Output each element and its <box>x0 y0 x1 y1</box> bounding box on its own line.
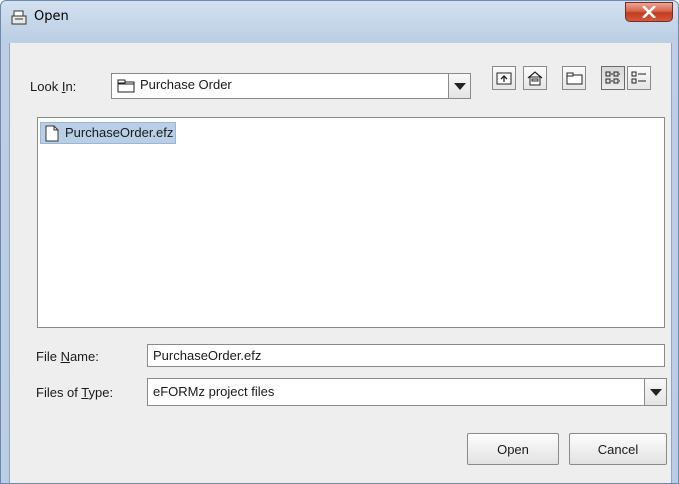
open-dialog: Open Look In: Purchase Order PurchaseOrd… <box>0 0 679 484</box>
file-name-input[interactable] <box>147 344 665 367</box>
list-item-file[interactable]: PurchaseOrder.efz <box>40 122 177 144</box>
look-in-value: Purchase Order <box>140 77 232 92</box>
chevron-down-icon <box>649 388 662 396</box>
file-type-dropdown-arrow[interactable] <box>644 379 666 405</box>
file-type-value: eFORMz project files <box>153 384 275 399</box>
file-icon <box>45 125 59 142</box>
open-dialog-icon <box>11 10 27 25</box>
new-folder-icon <box>566 72 582 84</box>
open-button[interactable]: Open <box>467 433 559 465</box>
cancel-button[interactable]: Cancel <box>569 433 667 465</box>
file-list[interactable]: PurchaseOrder.efz <box>37 117 665 328</box>
folder-icon <box>117 79 135 93</box>
file-type-combobox[interactable]: eFORMz project files <box>147 378 667 406</box>
file-name-label: PurchaseOrder.efz <box>65 125 174 140</box>
up-one-level-button[interactable] <box>492 66 516 90</box>
look-in-combobox[interactable]: Purchase Order <box>111 73 471 99</box>
file-type-label: Files of Type: <box>36 385 114 400</box>
list-view-button[interactable] <box>601 66 625 90</box>
chevron-down-icon <box>453 82 466 90</box>
look-in-dropdown-arrow[interactable] <box>448 74 470 98</box>
home-icon <box>527 70 543 85</box>
close-button[interactable] <box>625 2 673 22</box>
details-view-button[interactable] <box>627 66 651 90</box>
home-button[interactable] <box>523 66 547 90</box>
window-title: Open <box>34 9 69 24</box>
title-bar[interactable]: Open <box>1 1 678 35</box>
list-view-icon <box>605 71 620 84</box>
look-in-label: Look In: <box>30 79 77 94</box>
dialog-body: Look In: Purchase Order PurchaseOrder.ef… <box>9 43 672 483</box>
details-view-icon <box>631 71 646 84</box>
close-icon <box>642 6 656 18</box>
file-name-label: File Name: <box>36 349 99 364</box>
up-folder-icon <box>496 72 512 85</box>
new-folder-button[interactable] <box>562 66 586 90</box>
